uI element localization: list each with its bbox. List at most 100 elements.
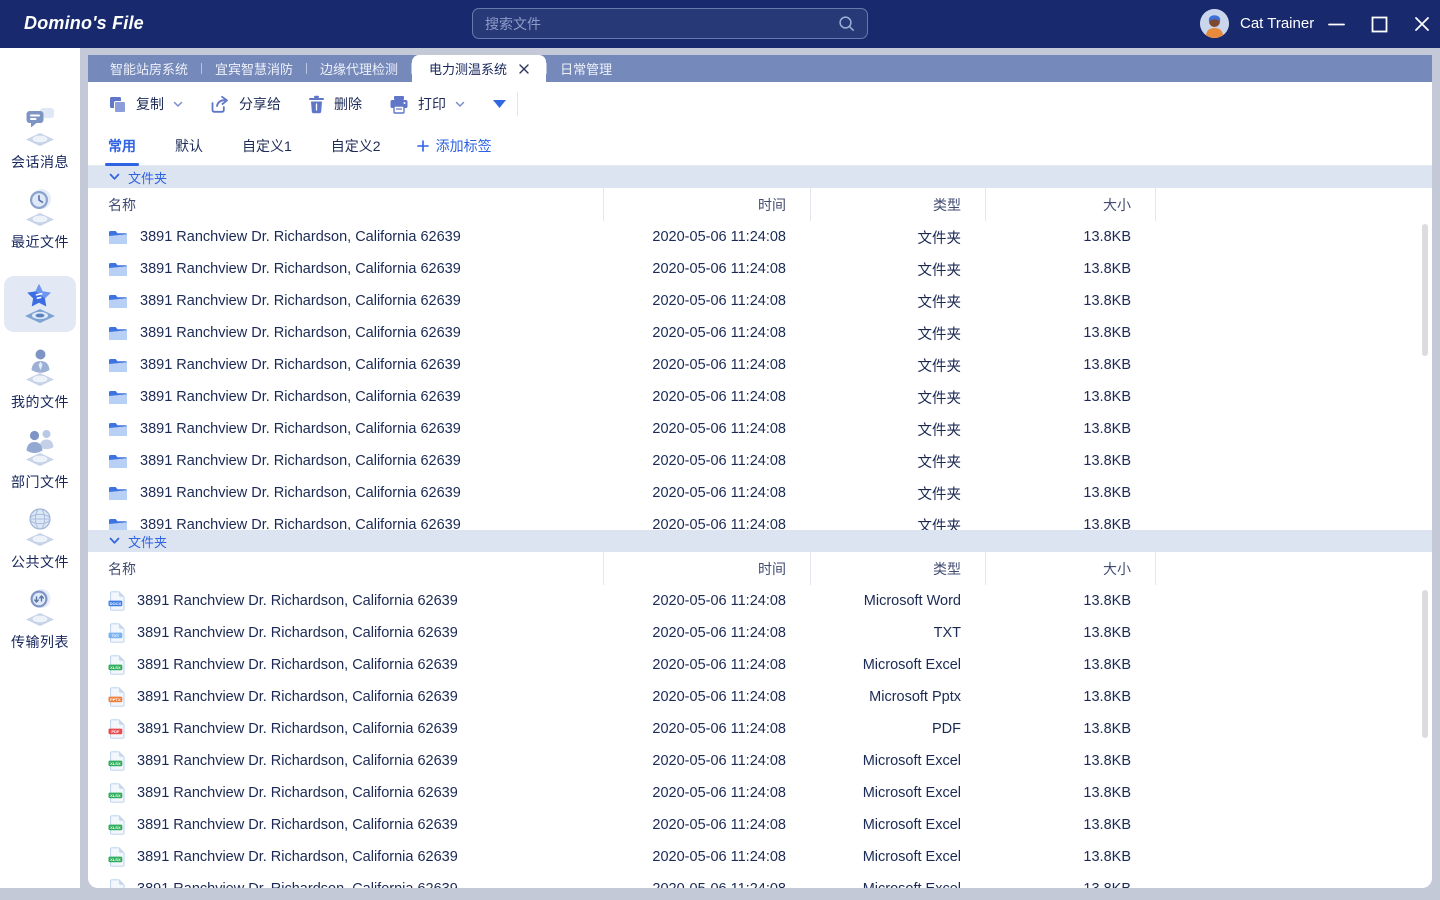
file-name-cell: 3891 Ranchview Dr. Richardson, Californi… [88,261,603,278]
minimize-button[interactable] [1326,14,1346,34]
scrollbar-thumb[interactable] [1422,590,1428,738]
file-icon: DOCX [108,591,125,611]
sidebar-item-my-files[interactable]: 我的文件 [0,345,80,412]
table-row[interactable]: PPTX3891 Ranchview Dr. Richardson, Calif… [88,681,1432,713]
star-icon [17,281,63,327]
close-button[interactable] [1412,14,1432,34]
sidebar-item-label: 部门文件 [11,472,69,492]
table-row[interactable]: 3891 Ranchview Dr. Richardson, Californi… [88,381,1432,413]
delete-button[interactable]: 删除 [308,94,362,114]
table-row[interactable]: XLSX3891 Ranchview Dr. Richardson, Calif… [88,745,1432,777]
scrollbar-thumb[interactable] [1422,224,1428,356]
search-input[interactable] [485,16,838,32]
table-row[interactable]: 3891 Ranchview Dr. Richardson, Californi… [88,509,1432,530]
file-name-cell: PDF3891 Ranchview Dr. Richardson, Califo… [88,719,603,739]
sidebar-item-public-files[interactable]: 公共文件 [0,505,80,572]
table-row[interactable]: XLSX3891 Ranchview Dr. Richardson, Calif… [88,873,1432,888]
add-tag-button[interactable]: 添加标签 [417,126,492,156]
table-row[interactable]: 3891 Ranchview Dr. Richardson, Californi… [88,349,1432,381]
file-icon: XLSX [108,783,125,803]
sidebar-item-department-files[interactable]: 部门文件 [0,425,80,492]
search-icon[interactable] [838,15,855,32]
file-icon: XLSX [108,879,125,888]
more-actions-dropdown[interactable] [492,99,507,109]
filter-tab-custom1[interactable]: 自定义1 [239,126,295,166]
column-header-time[interactable]: 时间 [603,552,810,585]
file-time-cell: 2020-05-06 11:24:08 [603,849,810,865]
filter-tab-default[interactable]: 默认 [172,126,206,166]
file-type-cell: TXT [810,625,985,641]
file-name-text: 3891 Ranchview Dr. Richardson, Californi… [140,293,461,309]
file-name-text: 3891 Ranchview Dr. Richardson, Californi… [140,261,461,277]
tab-4[interactable]: 日常管理 [547,55,625,82]
share-button[interactable]: 分享给 [210,94,281,114]
sidebar-item-transfer-list[interactable]: 传输列表 [0,585,80,652]
column-header-time[interactable]: 时间 [603,188,810,221]
table-row[interactable]: XLSX3891 Ranchview Dr. Richardson, Calif… [88,777,1432,809]
table-row[interactable]: PDF3891 Ranchview Dr. Richardson, Califo… [88,713,1432,745]
table-row[interactable]: DOCX3891 Ranchview Dr. Richardson, Calif… [88,585,1432,617]
table-row[interactable]: XLSX3891 Ranchview Dr. Richardson, Calif… [88,809,1432,841]
file-time-cell: 2020-05-06 11:24:08 [603,261,810,277]
tab-2[interactable]: 边缘代理检测 [307,55,411,82]
sidebar-item-messages[interactable]: 会话消息 [0,105,80,172]
tab-1[interactable]: 宜宾智慧消防 [202,55,306,82]
close-tab-icon[interactable] [519,64,529,74]
file-size-cell: 13.8KB [985,453,1155,469]
sidebar-item-starred[interactable] [4,276,76,332]
column-header-size[interactable]: 大小 [985,188,1155,221]
table-row[interactable]: 3891 Ranchview Dr. Richardson, Californi… [88,285,1432,317]
user-icon [17,345,63,391]
column-header-spacer [1155,552,1432,585]
user-info[interactable]: Cat Trainer [1200,9,1314,38]
file-time-cell: 2020-05-06 11:24:08 [603,485,810,501]
file-name-cell: 3891 Ranchview Dr. Richardson, Californi… [88,485,603,502]
file-icon: XLSX [108,847,125,867]
column-header-type[interactable]: 类型 [810,188,985,221]
section-header-files[interactable]: 文件夹 [88,530,1432,552]
table-row[interactable]: XLSX3891 Ranchview Dr. Richardson, Calif… [88,649,1432,681]
file-time-cell: 2020-05-06 11:24:08 [603,421,810,437]
table-row[interactable]: TXT3891 Ranchview Dr. Richardson, Califo… [88,617,1432,649]
users-icon [17,425,63,471]
folder-icon [108,261,128,278]
table-row[interactable]: 3891 Ranchview Dr. Richardson, Californi… [88,317,1432,349]
column-header-type[interactable]: 类型 [810,552,985,585]
column-header-name[interactable]: 名称 [88,188,603,221]
folder-icon [108,421,128,438]
sidebar-item-recent[interactable]: 最近文件 [0,185,80,252]
table-row[interactable]: 3891 Ranchview Dr. Richardson, Californi… [88,445,1432,477]
table-row[interactable]: 3891 Ranchview Dr. Richardson, Californi… [88,253,1432,285]
print-button[interactable]: 打印 [389,94,465,114]
folder-list: 3891 Ranchview Dr. Richardson, Californi… [88,221,1432,530]
filter-tab-common[interactable]: 常用 [105,126,139,166]
svg-text:PDF: PDF [111,729,120,734]
sidebar-item-label: 传输列表 [11,632,69,652]
column-header-name[interactable]: 名称 [88,552,603,585]
chevron-down-icon [173,101,183,108]
copy-button[interactable]: 复制 [108,94,183,114]
file-name-cell: 3891 Ranchview Dr. Richardson, Californi… [88,389,603,406]
column-header-spacer [1155,188,1432,221]
file-name-cell: 3891 Ranchview Dr. Richardson, Californi… [88,517,603,531]
file-time-cell: 2020-05-06 11:24:08 [603,785,810,801]
file-name-text: 3891 Ranchview Dr. Richardson, Californi… [137,817,458,833]
tab-3-active[interactable]: 电力测温系统 [412,55,546,82]
filter-tab-custom2[interactable]: 自定义2 [328,126,384,166]
folder-icon [108,485,128,502]
file-type-cell: Microsoft Pptx [810,689,985,705]
file-type-cell: Microsoft Excel [810,657,985,673]
table-row[interactable]: 3891 Ranchview Dr. Richardson, Californi… [88,477,1432,509]
toolbar-separator [517,92,518,116]
maximize-button[interactable] [1369,14,1389,34]
table-row[interactable]: 3891 Ranchview Dr. Richardson, Californi… [88,221,1432,253]
section-header-folders[interactable]: 文件夹 [88,166,1432,188]
table-row[interactable]: 3891 Ranchview Dr. Richardson, Californi… [88,413,1432,445]
table-row[interactable]: XLSX3891 Ranchview Dr. Richardson, Calif… [88,841,1432,873]
chat-icon [17,105,63,151]
column-header-size[interactable]: 大小 [985,552,1155,585]
tab-0[interactable]: 智能站房系统 [97,55,201,82]
file-type-cell: Microsoft Excel [810,817,985,833]
search-box[interactable] [472,8,868,39]
svg-text:XLSX: XLSX [110,761,121,766]
